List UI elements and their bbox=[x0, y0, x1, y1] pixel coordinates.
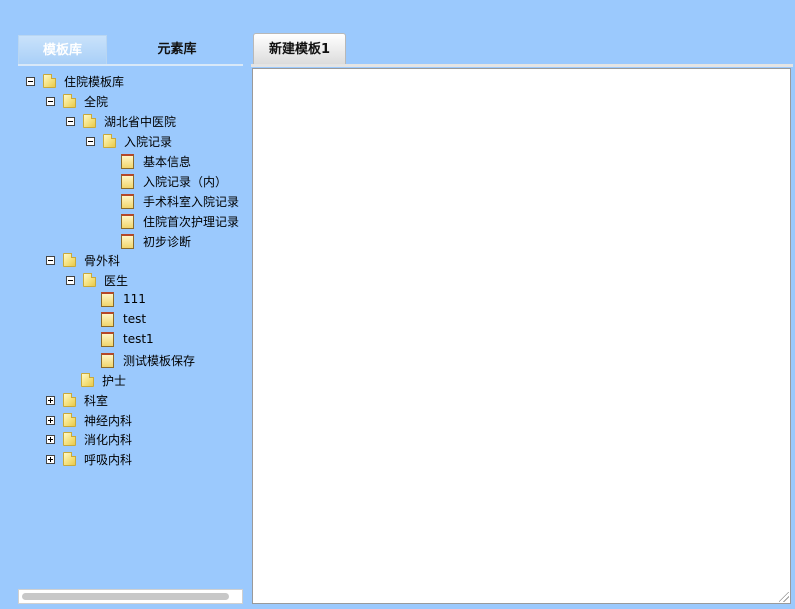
tree-node[interactable]: test bbox=[101, 309, 146, 329]
tree-node[interactable]: 测试模板保存 bbox=[101, 350, 195, 370]
tree-node[interactable]: 住院首次护理记录 bbox=[121, 211, 239, 231]
tree-node-label: 神经内科 bbox=[84, 413, 133, 428]
tree-node-label: 入院记录 bbox=[124, 134, 173, 149]
collapse-icon[interactable] bbox=[46, 255, 55, 265]
tree-node-label: 测试模板保存 bbox=[123, 353, 196, 368]
folder-icon bbox=[81, 373, 94, 387]
tree-node-label: 初步诊断 bbox=[143, 234, 192, 249]
expand-icon[interactable] bbox=[46, 454, 55, 464]
document-icon bbox=[101, 291, 114, 307]
folder-icon bbox=[103, 134, 116, 148]
collapse-icon[interactable] bbox=[66, 116, 75, 126]
tab-template-library[interactable]: 模板库 bbox=[18, 35, 107, 65]
tree-node-label: 手术科室入院记录 bbox=[143, 194, 240, 209]
document-icon bbox=[121, 173, 134, 189]
tree-node[interactable]: 护士 bbox=[81, 370, 126, 390]
folder-icon bbox=[63, 253, 76, 267]
tree-node-label: 消化内科 bbox=[84, 432, 133, 447]
tree-node[interactable]: 基本信息 bbox=[121, 151, 191, 171]
document-icon bbox=[121, 213, 134, 229]
collapse-icon[interactable] bbox=[66, 275, 75, 285]
folder-icon bbox=[43, 74, 56, 88]
resize-grip-icon[interactable] bbox=[779, 592, 789, 602]
expand-icon[interactable] bbox=[46, 434, 55, 444]
tree-node-label: 入院记录（内） bbox=[143, 174, 228, 189]
left-tab-bar: 模板库 元素库 bbox=[18, 35, 243, 66]
template-editor-area[interactable] bbox=[252, 68, 791, 604]
collapse-icon[interactable] bbox=[26, 76, 35, 86]
tree-node-label: test bbox=[123, 312, 147, 326]
tree-node-label: 111 bbox=[123, 292, 146, 306]
tree-node-label: 呼吸内科 bbox=[84, 452, 133, 467]
tree-node-label: 护士 bbox=[102, 373, 127, 388]
left-tab-divider bbox=[18, 64, 243, 66]
scrollbar-thumb[interactable] bbox=[22, 593, 229, 600]
tree-node[interactable]: 消化内科 bbox=[46, 429, 132, 449]
tab-element-library[interactable]: 元素库 bbox=[114, 35, 240, 64]
tree-node-label: 医生 bbox=[104, 273, 129, 288]
tree-node[interactable]: 111 bbox=[101, 289, 146, 309]
tree-node[interactable]: 神经内科 bbox=[46, 410, 132, 430]
tree-node-label: 住院首次护理记录 bbox=[143, 214, 240, 229]
document-icon bbox=[101, 311, 114, 327]
tree-node-label: 科室 bbox=[84, 393, 109, 408]
tree-node-label: 骨外科 bbox=[84, 253, 121, 268]
folder-icon bbox=[63, 413, 76, 427]
collapse-icon[interactable] bbox=[86, 136, 95, 146]
tree-node-label: 住院模板库 bbox=[64, 74, 125, 89]
document-icon bbox=[101, 331, 114, 347]
document-icon bbox=[121, 193, 134, 209]
tree-node[interactable]: 科室 bbox=[46, 390, 108, 410]
tree-node-label: 全院 bbox=[84, 94, 109, 109]
tree-node[interactable]: 全院 bbox=[46, 91, 108, 111]
document-icon bbox=[101, 352, 114, 368]
tree-node[interactable]: 呼吸内科 bbox=[46, 449, 132, 469]
folder-icon bbox=[63, 452, 76, 466]
tree-node[interactable]: 住院模板库 bbox=[26, 71, 124, 91]
tree-node[interactable]: 入院记录 bbox=[86, 131, 172, 151]
tree-node-label: 湖北省中医院 bbox=[104, 114, 177, 129]
document-icon bbox=[121, 153, 134, 169]
folder-icon bbox=[83, 273, 96, 287]
tree-node[interactable]: 骨外科 bbox=[46, 250, 120, 270]
tree-node[interactable]: 手术科室入院记录 bbox=[121, 191, 239, 211]
expand-icon[interactable] bbox=[46, 395, 55, 405]
tree-node[interactable]: 初步诊断 bbox=[121, 231, 191, 251]
tree-horizontal-scrollbar[interactable] bbox=[18, 589, 243, 604]
tab-new-template[interactable]: 新建模板1 bbox=[253, 33, 346, 64]
folder-icon bbox=[83, 114, 96, 128]
tree-node-label: 基本信息 bbox=[143, 154, 192, 169]
folder-icon bbox=[63, 432, 76, 446]
folder-icon bbox=[63, 94, 76, 108]
template-tree: 住院模板库 全院 湖北省中医院 入院记录 基本信息 入院记录（内） 手术科室入院… bbox=[22, 70, 244, 582]
tree-node[interactable]: 医生 bbox=[66, 270, 128, 290]
tree-node[interactable]: 入院记录（内） bbox=[121, 171, 227, 191]
expand-icon[interactable] bbox=[46, 415, 55, 425]
tree-node[interactable]: 湖北省中医院 bbox=[66, 111, 176, 131]
folder-icon bbox=[63, 393, 76, 407]
editor-tab-divider bbox=[251, 64, 793, 67]
document-icon bbox=[121, 233, 134, 249]
collapse-icon[interactable] bbox=[46, 96, 55, 106]
tree-node-label: test1 bbox=[123, 332, 154, 346]
tree-node[interactable]: test1 bbox=[101, 329, 154, 349]
